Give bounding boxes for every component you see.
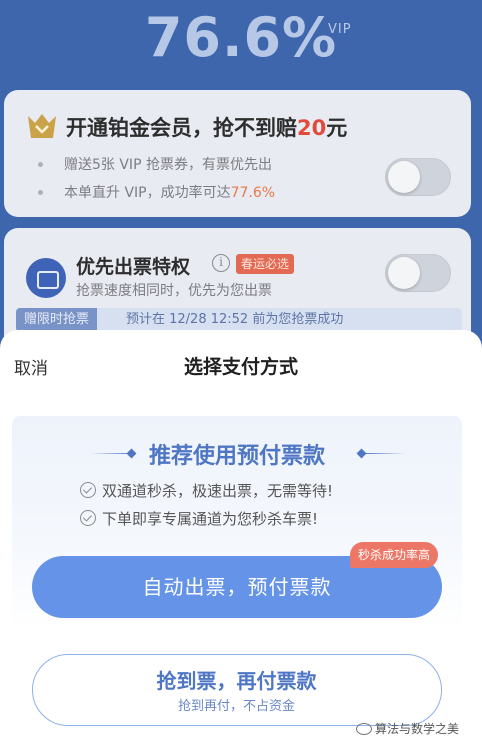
- platinum-bullet: 本单直升 VIP，成功率可达77.6%: [38, 182, 275, 202]
- platinum-title-text: 开通铂金会员，抢不到赔: [66, 116, 297, 140]
- priority-toggle[interactable]: [385, 254, 451, 292]
- limited-time-tag: 赠限时抢票: [16, 308, 98, 332]
- feature-text: 下单即享专属通道为您秒杀车票!: [102, 510, 319, 528]
- success-rate-value: 76.6%: [144, 6, 338, 69]
- recommend-title: 推荐使用预付票款: [148, 444, 325, 469]
- sheet-title: 选择支付方式: [183, 356, 298, 378]
- bullet-text: 本单直升 VIP，成功率可达: [64, 185, 231, 201]
- check-circle-icon: [80, 510, 96, 526]
- compensation-amount: 20: [297, 116, 327, 140]
- info-icon[interactable]: i: [212, 254, 230, 272]
- pay-after-ticket-button[interactable]: 抢到票，再付票款 抢到再付，不占资金: [32, 654, 442, 726]
- crown-icon: [28, 114, 56, 138]
- platinum-membership-card: 开通铂金会员，抢不到赔20元 赠送5张 VIP 抢票券，有票优先出 本单直升 V…: [4, 90, 471, 217]
- payment-method-sheet: 取消 选择支付方式 推荐使用预付票款 双通道秒杀，极速出票，无需等待! 下单即享…: [0, 330, 482, 746]
- feature-item: 下单即享专属通道为您秒杀车票!: [80, 508, 318, 529]
- watermark: 算法与数学之美: [356, 720, 459, 737]
- bullet-text: 赠送5张 VIP 抢票券，有票优先出: [64, 157, 272, 173]
- watermark-text: 算法与数学之美: [375, 722, 460, 736]
- check-circle-icon: [80, 482, 96, 498]
- success-rate-badge: 秒杀成功率高: [350, 542, 439, 568]
- wechat-icon: [356, 723, 372, 735]
- limited-time-text: 预计在 12/28 12:52 前为您抢票成功: [126, 312, 344, 327]
- platinum-bullet: 赠送5张 VIP 抢票券，有票优先出: [38, 154, 272, 174]
- decorative-line: [364, 453, 406, 454]
- feature-item: 双通道秒杀，极速出票，无需等待!: [80, 480, 333, 501]
- pay-after-ticket-label: 抢到票，再付票款: [156, 669, 317, 693]
- success-rate: 76.6% VIP: [0, 6, 482, 69]
- feature-text: 双通道秒杀，极速出票，无需等待!: [102, 482, 334, 500]
- ticket-icon: [26, 258, 66, 298]
- spring-festival-tag: 春运必选: [236, 254, 295, 274]
- limited-time-row: 赠限时抢票 预计在 12/28 12:52 前为您抢票成功: [16, 308, 462, 332]
- priority-title: 优先出票特权: [76, 256, 191, 278]
- priority-subtitle: 抢票速度相同时，优先为您出票: [76, 283, 272, 299]
- platinum-title-suffix: 元: [326, 116, 348, 140]
- pay-after-ticket-sublabel: 抢到再付，不占资金: [177, 699, 295, 714]
- platinum-toggle[interactable]: [385, 158, 451, 196]
- vip-label: VIP: [328, 22, 352, 37]
- bullet-highlight: 77.6%: [230, 185, 276, 201]
- platinum-title: 开通铂金会员，抢不到赔20元: [66, 112, 347, 142]
- recommended-panel: 推荐使用预付票款 双通道秒杀，极速出票，无需等待! 下单即享专属通道为您秒杀车票…: [12, 416, 462, 631]
